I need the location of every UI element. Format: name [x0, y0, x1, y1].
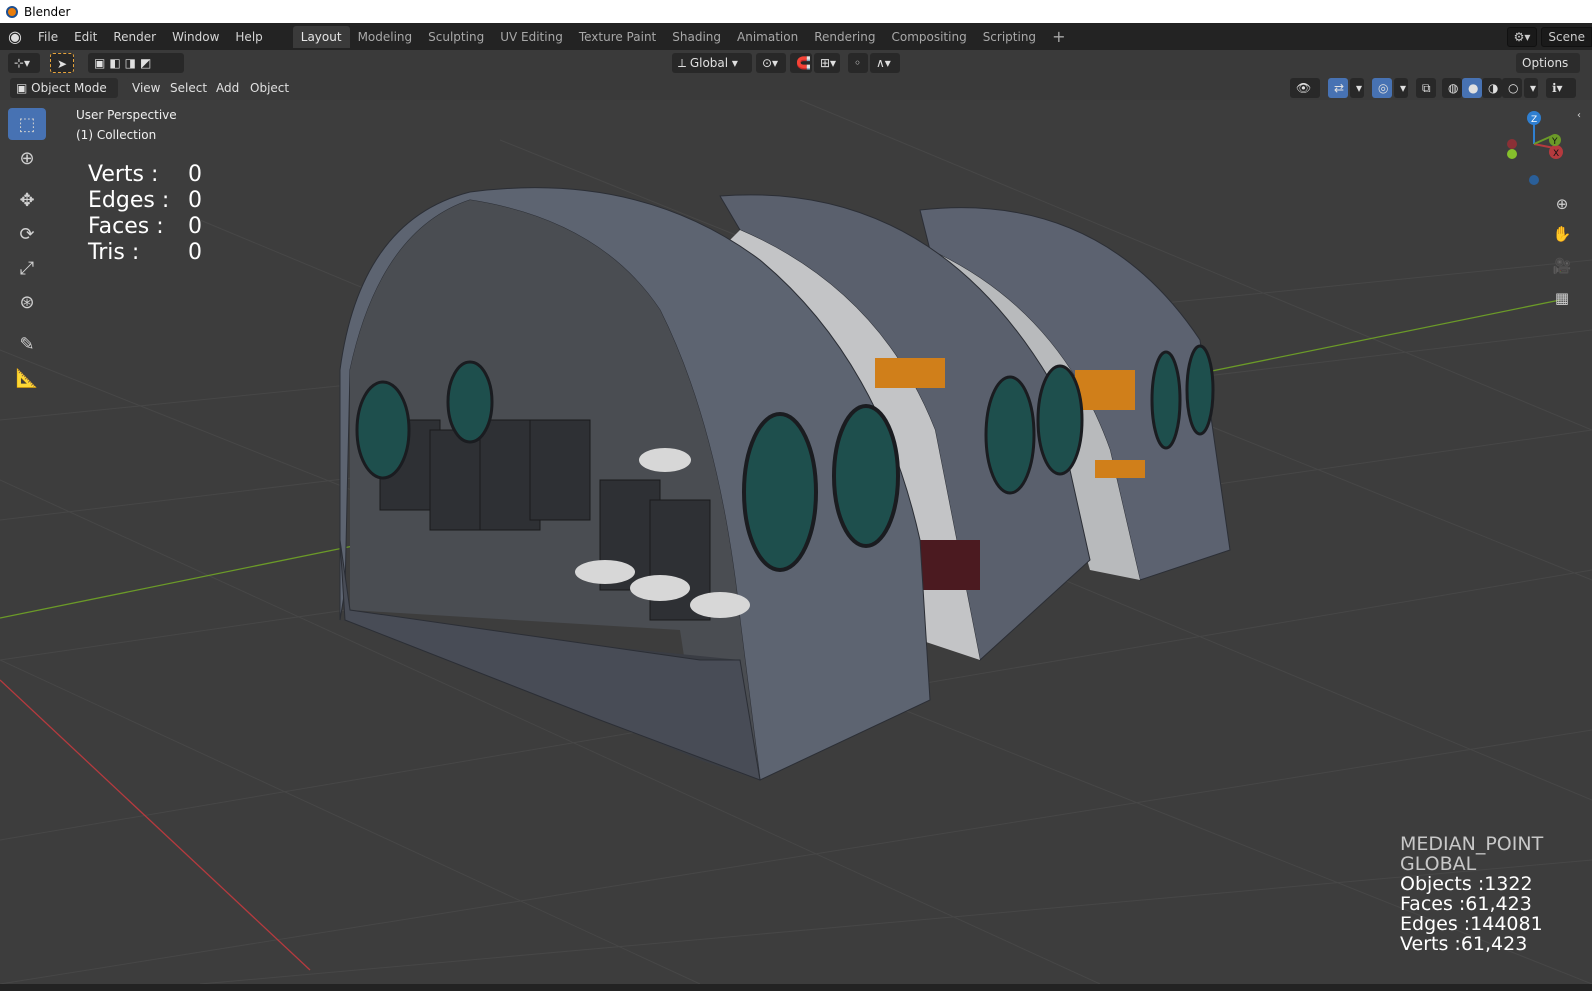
stat-faces-label: Faces : — [88, 214, 164, 239]
options-dropdown[interactable]: Options ▾ — [1516, 53, 1580, 90]
solid-shading-icon[interactable]: ● — [1462, 78, 1482, 98]
window-title-bar: Blender — [0, 0, 1592, 23]
tab-uv-editing[interactable]: UV Editing — [492, 26, 571, 48]
wireframe-shading-icon[interactable]: ◍ — [1442, 78, 1462, 98]
workspace-tabs: Layout Modeling Sculpting UV Editing Tex… — [292, 25, 1074, 48]
3d-viewport[interactable]: User Perspective (1) Collection Verts : 0… — [0, 100, 1592, 984]
sidebar-toggle-icon[interactable]: ‹ — [1570, 106, 1588, 124]
proportional-falloff-icon[interactable]: ∧▾ — [870, 53, 900, 73]
mode-dropdown[interactable]: ▣ Object Mode ▾ — [10, 78, 118, 115]
stat-faces-value: 0 — [188, 214, 202, 239]
measure-icon[interactable]: 📐 — [8, 362, 46, 394]
viewport-header: ▣ Object Mode ▾ View Select Add Object 👁… — [0, 76, 1592, 115]
overlays-dropdown-icon[interactable]: ▾ — [1394, 78, 1408, 98]
pivot-point-label: MEDIAN_POINT — [1400, 833, 1544, 855]
select-box-tool-icon[interactable]: ➤ — [50, 53, 74, 73]
verts-count: Verts :61,423 — [1400, 933, 1528, 955]
orientation-label: GLOBAL — [1400, 853, 1477, 875]
tab-sculpting[interactable]: Sculpting — [420, 26, 492, 48]
blender-menu-icon[interactable]: ◉ — [0, 27, 30, 46]
top-bar: ◉ File Edit Render Window Help Layout Mo… — [0, 23, 1592, 50]
window-title: Blender — [24, 4, 71, 19]
transform-orientation-dropdown[interactable]: ⟂ Global ▾ — [672, 53, 752, 73]
3d-cursor-icon[interactable]: ⊕ — [8, 142, 46, 174]
snap-options-icon[interactable]: ⊞▾ — [814, 53, 840, 73]
edges-count: Edges :144081 — [1400, 913, 1543, 935]
shading-dropdown-icon[interactable]: ▾ — [1524, 78, 1538, 98]
stat-tris-label: Tris : — [88, 240, 140, 265]
add-workspace-button[interactable]: + — [1044, 26, 1073, 48]
zoom-icon[interactable]: ⊕ — [1548, 190, 1576, 218]
stat-verts-label: Verts : — [88, 162, 159, 187]
scene-browse-icon[interactable]: ⚙▾ — [1506, 26, 1538, 47]
gizmo-dropdown-icon[interactable]: ▾ — [1350, 78, 1364, 98]
view-menu[interactable]: View — [126, 78, 167, 98]
transform-icon[interactable]: ⊛ — [8, 286, 46, 318]
scene-name[interactable]: Scene — [1541, 26, 1592, 47]
tab-compositing[interactable]: Compositing — [883, 26, 974, 48]
info-panel-icon[interactable]: ℹ▾ — [1546, 78, 1576, 98]
pan-hand-icon[interactable]: ✋ — [1548, 220, 1576, 248]
gizmo-y-label: Y — [1551, 137, 1558, 147]
annotate-icon[interactable]: ✎ — [8, 328, 46, 360]
stat-tris-value: 0 — [188, 240, 202, 265]
menu-edit[interactable]: Edit — [66, 26, 105, 48]
tool-header: ⊹▾ ➤ ▣◧◨◩ ⟂ Global ▾ ⊙▾ 🧲 ⊞▾ ◦ ∧▾ Option… — [0, 50, 1592, 90]
add-menu[interactable]: Add — [210, 78, 246, 98]
stat-edges-value: 0 — [188, 188, 202, 213]
cursor-select-icon[interactable]: ⬚ — [8, 108, 46, 140]
rendered-shading-icon[interactable]: ○ — [1502, 78, 1522, 98]
tab-shading[interactable]: Shading — [664, 26, 729, 48]
pivot-point-icon[interactable]: ⊙▾ — [756, 53, 786, 73]
xray-toggle-icon[interactable]: ⧉ — [1416, 78, 1436, 98]
viewport-scene-svg — [0, 100, 1592, 984]
gizmo-z-label: Z — [1531, 115, 1537, 125]
perspective-toggle-icon[interactable]: ▦ — [1548, 284, 1576, 312]
viewport-perspective-label: User Perspective — [76, 108, 177, 122]
tab-animation[interactable]: Animation — [729, 26, 806, 48]
tab-texture-paint[interactable]: Texture Paint — [571, 26, 664, 48]
camera-view-icon[interactable]: 🎥 — [1548, 252, 1576, 280]
proportional-edit-icon[interactable]: ◦ — [848, 53, 868, 73]
x-axis-line — [0, 679, 311, 971]
objects-count: Objects :1322 — [1400, 873, 1533, 895]
tab-layout[interactable]: Layout — [292, 25, 350, 48]
orientation-icon: ⟂ — [678, 56, 690, 70]
object-mode-icon: ▣ — [16, 81, 32, 95]
gizmo-toggle-icon[interactable]: ⇄ — [1328, 78, 1348, 98]
tab-rendering[interactable]: Rendering — [806, 26, 883, 48]
editor-type-icon[interactable]: ⊹▾ — [8, 53, 40, 73]
menu-render[interactable]: Render — [105, 26, 164, 48]
material-shading-icon[interactable]: ◑ — [1482, 78, 1502, 98]
rotate-icon[interactable]: ⟳ — [8, 218, 46, 250]
scale-icon[interactable]: ⤢ — [8, 252, 46, 284]
stat-verts-value: 0 — [188, 162, 202, 187]
transform-orientation-value: Global — [689, 56, 729, 70]
faces-count: Faces :61,423 — [1400, 893, 1532, 915]
overlays-toggle-icon[interactable]: ◎ — [1372, 78, 1392, 98]
menu-window[interactable]: Window — [164, 26, 227, 48]
scene-stats: MEDIAN_POINT GLOBAL Objects :1322 Faces … — [1400, 834, 1543, 954]
selection-mode-set-icon[interactable]: ▣◧◨◩ — [88, 53, 184, 73]
tool-shelf: ⬚ ⊕ ✥ ⟳ ⤢ ⊛ ✎ 📐 — [8, 108, 50, 396]
select-menu[interactable]: Select — [164, 78, 214, 98]
menu-help[interactable]: Help — [227, 26, 270, 48]
scene-selector-area: ⚙▾ Scene — [1506, 23, 1592, 50]
tab-modeling[interactable]: Modeling — [350, 26, 421, 48]
visibility-icon[interactable]: 👁▾ — [1290, 78, 1320, 115]
blender-logo-icon — [6, 5, 18, 18]
tab-scripting[interactable]: Scripting — [975, 26, 1044, 48]
selection-stats: Verts : 0 Edges : 0 Faces : 0 Tris : 0 — [88, 162, 202, 266]
snap-toggle-icon[interactable]: 🧲 — [790, 53, 812, 73]
gizmo-x-label: X — [1553, 149, 1559, 159]
cabin-model — [339, 187, 1231, 781]
menu-file[interactable]: File — [30, 26, 66, 48]
object-menu[interactable]: Object — [244, 78, 296, 98]
navigation-gizmo[interactable]: Z X Y — [1500, 108, 1570, 198]
viewport-collection-label: (1) Collection — [76, 128, 157, 142]
status-bar — [0, 984, 1592, 991]
stat-edges-label: Edges : — [88, 188, 170, 213]
move-icon[interactable]: ✥ — [8, 184, 46, 216]
